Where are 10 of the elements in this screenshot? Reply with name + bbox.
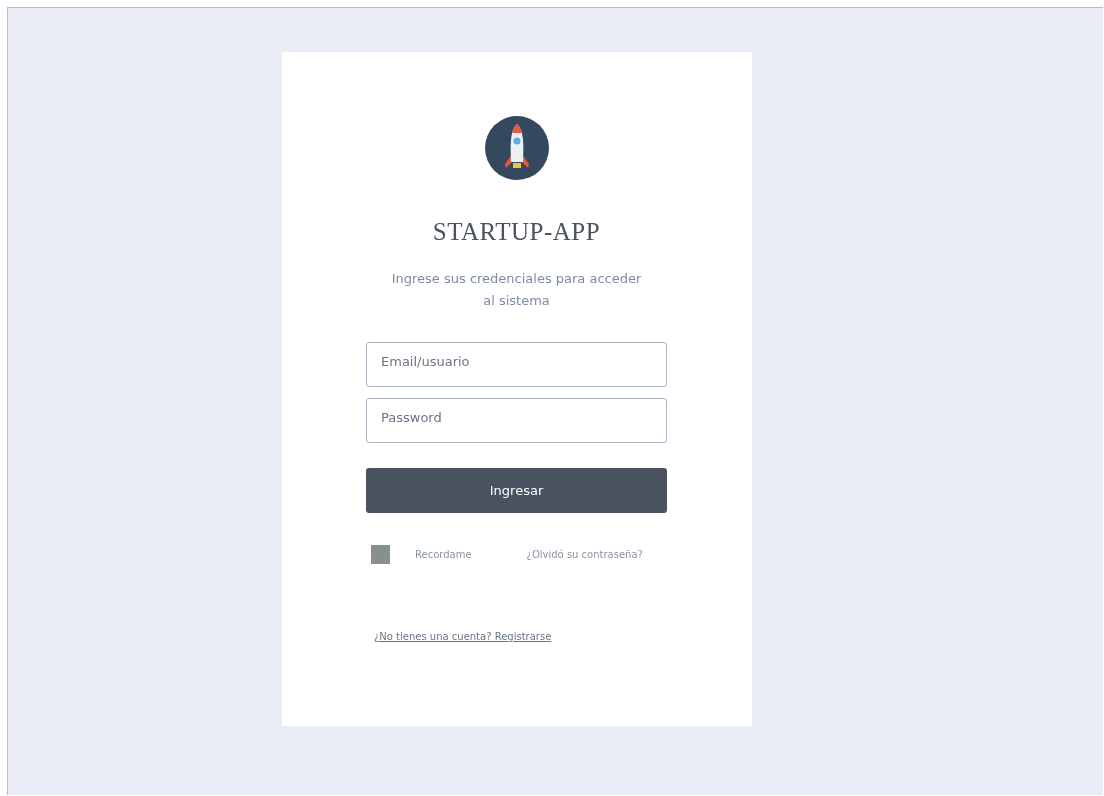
username-field[interactable]: Email/usuario: [366, 342, 667, 387]
remember-label[interactable]: Recordame: [415, 549, 472, 560]
app-title: STARTUP-APP: [432, 218, 601, 246]
password-field[interactable]: Password: [366, 398, 667, 443]
login-button[interactable]: Ingresar: [366, 468, 667, 513]
instructions-text: Ingrese sus credenciales para acceder al sistema: [391, 270, 642, 310]
remember-checkbox[interactable]: [371, 545, 390, 564]
forgot-password-link[interactable]: ¿Olvidó su contraseña?: [526, 549, 643, 560]
rocket-logo-icon: [484, 116, 549, 180]
register-link[interactable]: ¿No tienes una cuenta? Registrarse: [374, 631, 552, 642]
